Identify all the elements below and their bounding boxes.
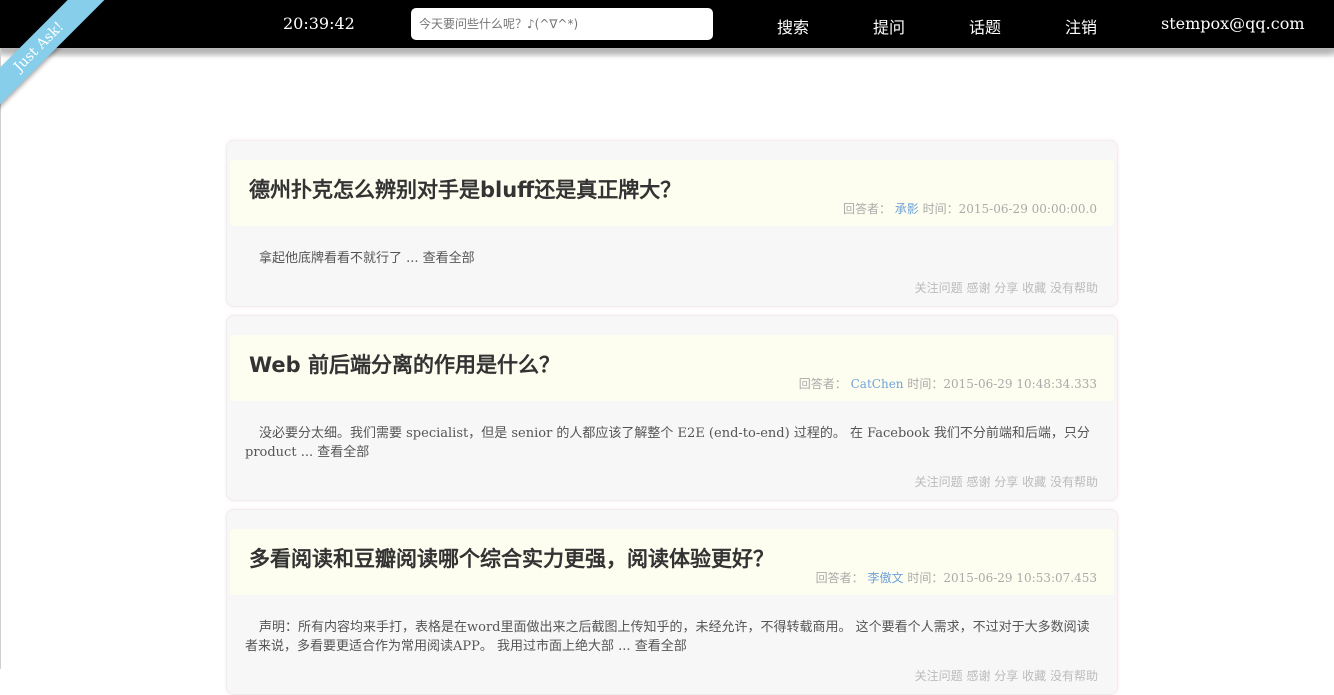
not-helpful-action[interactable]: 没有帮助 bbox=[1050, 475, 1098, 489]
answerer-name[interactable]: 承影 bbox=[895, 202, 919, 216]
question-header: 德州扑克怎么辨别对手是bluff还是真正牌大？ 回答者： 承影 时间：2015-… bbox=[230, 160, 1114, 226]
left-border bbox=[0, 48, 1, 669]
question-meta: 回答者： 李傲文 时间：2015-06-29 10:53:07.453 bbox=[816, 569, 1097, 586]
excerpt-text: 拿起他底牌看看不就行了 ... bbox=[259, 251, 419, 266]
answer-excerpt: 声明：所有内容均来手打，表格是在word里面做出来之后截图上传知乎的，未经允许，… bbox=[245, 618, 1093, 656]
share-action[interactable]: 分享 bbox=[994, 281, 1018, 295]
time-label: 时间： bbox=[922, 202, 959, 216]
nav-topics-link[interactable]: 话题 bbox=[969, 14, 1001, 38]
follow-question-action[interactable]: 关注问题 bbox=[915, 281, 963, 295]
clock: 20:39:42 bbox=[283, 14, 355, 33]
share-action[interactable]: 分享 bbox=[994, 475, 1018, 489]
collect-action[interactable]: 收藏 bbox=[1022, 281, 1046, 295]
question-header: 多看阅读和豆瓣阅读哪个综合实力更强，阅读体验更好？ 回答者： 李傲文 时间：20… bbox=[230, 529, 1114, 595]
thanks-action[interactable]: 感谢 bbox=[966, 669, 990, 683]
nav-logout-link[interactable]: 注销 bbox=[1065, 14, 1097, 38]
question-title[interactable]: 德州扑克怎么辨别对手是bluff还是真正牌大？ bbox=[249, 174, 681, 204]
answerer-name[interactable]: 李傲文 bbox=[868, 571, 904, 585]
not-helpful-action[interactable]: 没有帮助 bbox=[1050, 281, 1098, 295]
answer-excerpt: 拿起他底牌看看不就行了 ... 查看全部 bbox=[245, 249, 1093, 268]
not-helpful-action[interactable]: 没有帮助 bbox=[1050, 669, 1098, 683]
top-navbar: 20:39:42 搜索 提问 话题 注销 stempox@qq.com bbox=[0, 0, 1334, 48]
question-card: Web 前后端分离的作用是什么？ 回答者： CatChen 时间：2015-06… bbox=[226, 315, 1118, 501]
action-bar: 关注问题 感谢 分享 收藏 没有帮助 bbox=[915, 667, 1098, 684]
question-title[interactable]: Web 前后端分离的作用是什么？ bbox=[249, 349, 560, 379]
action-bar: 关注问题 感谢 分享 收藏 没有帮助 bbox=[915, 473, 1098, 490]
answer-time: 2015-06-29 00:00:00.0 bbox=[958, 202, 1097, 216]
read-all-link[interactable]: 查看全部 bbox=[635, 639, 687, 654]
question-header: Web 前后端分离的作用是什么？ 回答者： CatChen 时间：2015-06… bbox=[230, 335, 1114, 401]
nav-ask-link[interactable]: 提问 bbox=[873, 14, 905, 38]
answerer-name[interactable]: CatChen bbox=[851, 377, 904, 391]
thanks-action[interactable]: 感谢 bbox=[966, 281, 990, 295]
search-input[interactable] bbox=[411, 8, 713, 40]
follow-question-action[interactable]: 关注问题 bbox=[915, 669, 963, 683]
follow-question-action[interactable]: 关注问题 bbox=[915, 475, 963, 489]
answer-time: 2015-06-29 10:48:34.333 bbox=[943, 377, 1097, 391]
question-meta: 回答者： 承影 时间：2015-06-29 00:00:00.0 bbox=[843, 200, 1097, 217]
answer-excerpt: 没必要分太细。我们需要 specialist，但是 senior 的人都应该了解… bbox=[245, 424, 1093, 462]
user-email-link[interactable]: stempox@qq.com bbox=[1161, 14, 1305, 33]
share-action[interactable]: 分享 bbox=[994, 669, 1018, 683]
time-label: 时间： bbox=[907, 571, 944, 585]
thanks-action[interactable]: 感谢 bbox=[966, 475, 990, 489]
nav-search-link[interactable]: 搜索 bbox=[777, 14, 809, 38]
answerer-label: 回答者： bbox=[798, 377, 847, 391]
excerpt-text: 没必要分太细。我们需要 specialist，但是 senior 的人都应该了解… bbox=[245, 426, 1090, 460]
collect-action[interactable]: 收藏 bbox=[1022, 669, 1046, 683]
question-title[interactable]: 多看阅读和豆瓣阅读哪个综合实力更强，阅读体验更好？ bbox=[249, 543, 774, 573]
answerer-label: 回答者： bbox=[815, 571, 864, 585]
answerer-label: 回答者： bbox=[842, 202, 891, 216]
action-bar: 关注问题 感谢 分享 收藏 没有帮助 bbox=[915, 279, 1098, 296]
navbar-shadow bbox=[0, 48, 1334, 58]
read-all-link[interactable]: 查看全部 bbox=[317, 445, 369, 460]
read-all-link[interactable]: 查看全部 bbox=[423, 251, 475, 266]
collect-action[interactable]: 收藏 bbox=[1022, 475, 1046, 489]
question-card: 德州扑克怎么辨别对手是bluff还是真正牌大？ 回答者： 承影 时间：2015-… bbox=[226, 140, 1118, 307]
question-meta: 回答者： CatChen 时间：2015-06-29 10:48:34.333 bbox=[799, 375, 1097, 392]
answer-time: 2015-06-29 10:53:07.453 bbox=[943, 571, 1097, 585]
time-label: 时间： bbox=[907, 377, 944, 391]
question-card: 多看阅读和豆瓣阅读哪个综合实力更强，阅读体验更好？ 回答者： 李傲文 时间：20… bbox=[226, 509, 1118, 695]
